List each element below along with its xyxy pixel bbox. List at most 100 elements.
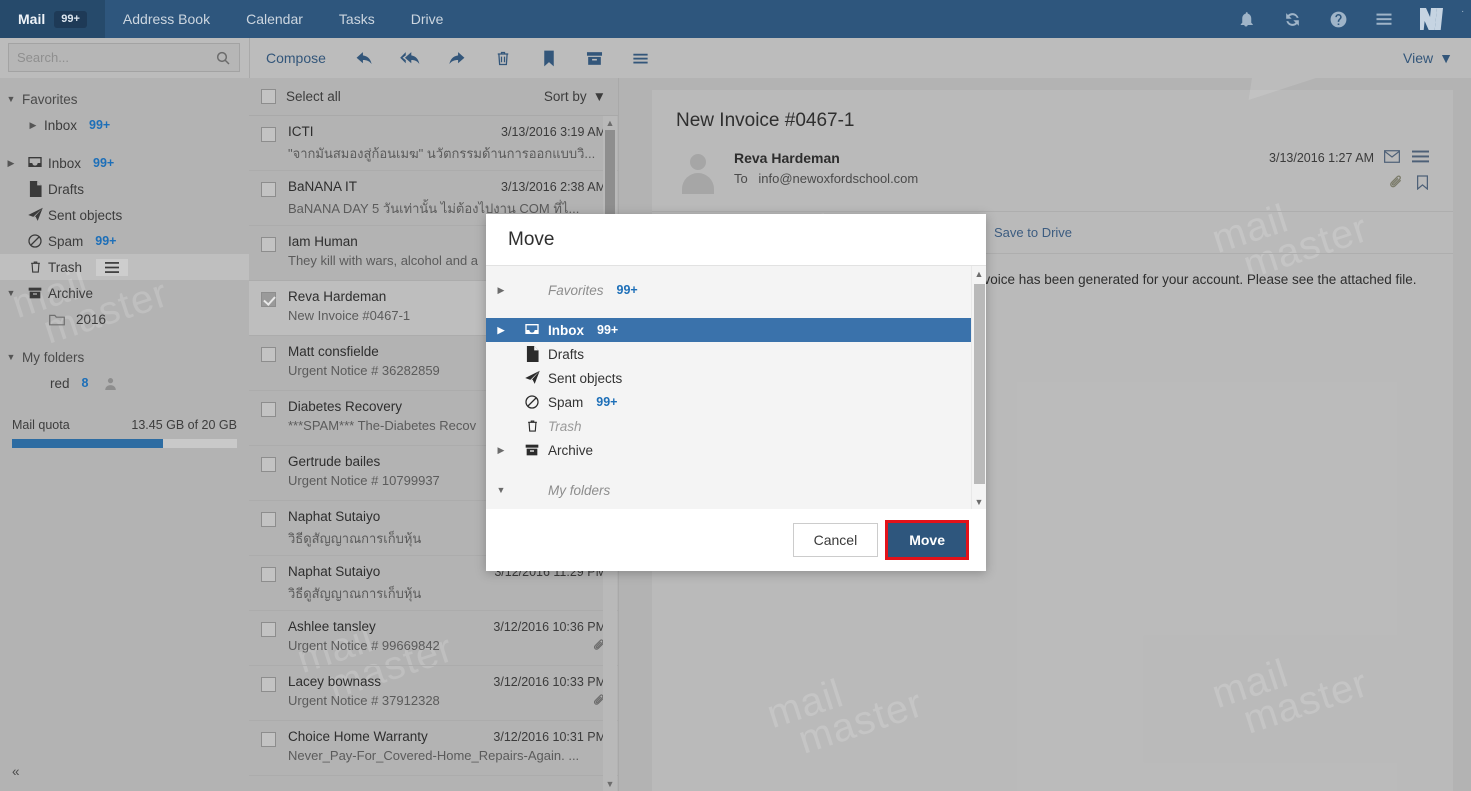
nav-item-tasks[interactable]: Tasks bbox=[321, 0, 393, 38]
chevron-right-icon[interactable]: ▶ bbox=[22, 120, 44, 131]
mail-item-checkbox[interactable] bbox=[261, 622, 276, 637]
sidebar-item-trash[interactable]: Trash bbox=[0, 254, 249, 280]
mail-item-checkbox[interactable] bbox=[261, 677, 276, 692]
select-all-checkbox[interactable] bbox=[261, 89, 276, 104]
scroll-up-arrow-icon[interactable]: ▲ bbox=[603, 116, 617, 130]
search-box[interactable] bbox=[8, 43, 240, 72]
paperclip-icon[interactable] bbox=[1389, 175, 1404, 195]
delete-icon[interactable] bbox=[480, 38, 526, 78]
sidebar-group-my-folders[interactable]: ▼ My folders bbox=[0, 344, 249, 370]
chevron-down-icon[interactable]: ▼ bbox=[0, 288, 22, 298]
reply-icon[interactable] bbox=[342, 38, 388, 78]
chevron-down-icon[interactable]: ▼ bbox=[0, 94, 22, 104]
move-item-label: Spam bbox=[548, 394, 584, 410]
mail-item-checkbox[interactable] bbox=[261, 292, 276, 307]
mail-item-checkbox[interactable] bbox=[261, 237, 276, 252]
mail-list-item[interactable]: Choice Home Warranty 3/12/2016 10:31 PM Ne… bbox=[249, 721, 618, 776]
mail-item-checkbox[interactable] bbox=[261, 182, 276, 197]
sidebar-item-red[interactable]: red 8 bbox=[0, 370, 249, 396]
mail-item-checkbox[interactable] bbox=[261, 127, 276, 142]
nav-item-calendar[interactable]: Calendar bbox=[228, 0, 321, 38]
bell-icon[interactable] bbox=[1223, 0, 1269, 38]
cancel-button[interactable]: Cancel bbox=[792, 523, 879, 557]
mail-item-date: 3/12/2016 10:36 PM bbox=[493, 620, 606, 634]
more-menu-icon[interactable] bbox=[618, 38, 664, 78]
search-icon[interactable] bbox=[215, 50, 231, 66]
chevron-right-icon[interactable]: ▶ bbox=[486, 445, 516, 456]
move-group-favorites[interactable]: ▶ Favorites 99+ bbox=[486, 278, 986, 302]
move-item-trash[interactable]: Trash bbox=[486, 414, 986, 438]
refresh-icon[interactable] bbox=[1269, 0, 1315, 38]
select-all-label[interactable]: Select all bbox=[286, 89, 341, 104]
sidebar-item-drafts[interactable]: Drafts bbox=[0, 176, 249, 202]
archive-icon[interactable] bbox=[572, 38, 618, 78]
help-icon[interactable] bbox=[1315, 0, 1361, 38]
sidebar-item-label: Drafts bbox=[48, 181, 85, 197]
chevron-down-icon[interactable]: ▼ bbox=[486, 485, 516, 495]
move-item-sent-objects[interactable]: Sent objects bbox=[486, 366, 986, 390]
move-item-drafts[interactable]: Drafts bbox=[486, 342, 986, 366]
view-menu-button[interactable]: View ▼ bbox=[1403, 50, 1471, 66]
move-item-label: red bbox=[554, 507, 574, 510]
scroll-down-arrow-icon[interactable]: ▼ bbox=[972, 494, 986, 509]
mail-list-item[interactable]: Lacey bownass 3/12/2016 10:33 PM Urgent No… bbox=[249, 666, 618, 721]
save-to-drive-link[interactable]: Save to Drive bbox=[994, 225, 1072, 240]
bookmark-icon[interactable] bbox=[1416, 175, 1429, 195]
reply-all-icon[interactable] bbox=[388, 38, 434, 78]
message-menu-icon[interactable] bbox=[1412, 150, 1429, 168]
sort-by-button[interactable]: Sort by ▼ bbox=[544, 89, 606, 104]
move-dialog-scrollbar[interactable]: ▲ ▼ bbox=[971, 266, 986, 509]
move-confirm-button[interactable]: Move bbox=[885, 520, 969, 560]
mail-item-checkbox[interactable] bbox=[261, 457, 276, 472]
compose-button[interactable]: Compose bbox=[250, 50, 342, 66]
sidebar-item-inbox[interactable]: ▶ Inbox 99+ bbox=[0, 150, 249, 176]
nav-item-address-book[interactable]: Address Book bbox=[105, 0, 228, 38]
nav-item-label: Address Book bbox=[122, 11, 211, 27]
move-item-red[interactable]: red 8 bbox=[486, 502, 986, 509]
forward-icon[interactable] bbox=[434, 38, 480, 78]
move-item-spam[interactable]: Spam 99+ bbox=[486, 390, 986, 414]
sidebar-item-favorites-inbox[interactable]: ▶ Inbox 99+ bbox=[0, 112, 249, 138]
chevron-right-icon[interactable]: ▶ bbox=[0, 158, 22, 169]
mail-item-checkbox[interactable] bbox=[261, 567, 276, 582]
move-group-my-folders[interactable]: ▼ My folders bbox=[486, 478, 986, 502]
mail-item-subject: Urgent Notice # 99669842 bbox=[288, 638, 440, 653]
chevron-right-icon[interactable]: ▶ bbox=[486, 325, 516, 336]
flag-icon[interactable] bbox=[526, 38, 572, 78]
scroll-down-arrow-icon[interactable]: ▼ bbox=[603, 777, 617, 791]
sidebar-item-spam[interactable]: Spam 99+ bbox=[0, 228, 249, 254]
nav-item-drive[interactable]: Drive bbox=[393, 0, 462, 38]
move-group-label: Favorites bbox=[548, 282, 604, 298]
folder-context-menu-icon[interactable] bbox=[96, 258, 129, 276]
menu-icon[interactable] bbox=[1361, 0, 1407, 38]
nav-item-mail[interactable]: Mail 99+ bbox=[0, 0, 105, 38]
move-dialog-folder-list: ▶ Favorites 99+ ▶ Inbox 99+ Drafts Sent obje… bbox=[486, 266, 986, 509]
mail-item-checkbox[interactable] bbox=[261, 347, 276, 362]
inbox-icon bbox=[22, 155, 48, 171]
mail-list-item[interactable]: ICTI 3/13/2016 3:19 AM "จากมันสมองสู่ก้อนเ… bbox=[249, 116, 618, 171]
sidebar-item-archive[interactable]: ▼ Archive bbox=[0, 280, 249, 306]
mail-list-item[interactable]: Ashlee tansley 3/12/2016 10:36 PM Urgent N… bbox=[249, 611, 618, 666]
mail-item-checkbox[interactable] bbox=[261, 402, 276, 417]
spam-icon bbox=[22, 233, 48, 249]
mail-item-checkbox[interactable] bbox=[261, 732, 276, 747]
sidebar-item-label: Inbox bbox=[48, 155, 82, 171]
search-input[interactable] bbox=[17, 50, 215, 65]
move-item-archive[interactable]: ▶ Archive bbox=[486, 438, 986, 462]
mail-item-subject: Urgent Notice # 37912328 bbox=[288, 693, 440, 708]
sidebar-item-2016[interactable]: 2016 bbox=[0, 306, 249, 332]
mail-list-header: Select all Sort by ▼ bbox=[249, 78, 618, 116]
chevron-right-icon[interactable]: ▶ bbox=[486, 285, 516, 296]
chevron-down-icon[interactable]: ▼ bbox=[0, 352, 22, 362]
envelope-icon[interactable] bbox=[1384, 150, 1400, 168]
sidebar-group-favorites[interactable]: ▼ Favorites bbox=[0, 86, 249, 112]
sidebar-item-label: Inbox bbox=[44, 117, 78, 133]
scroll-up-arrow-icon[interactable]: ▲ bbox=[972, 266, 986, 281]
mail-item-checkbox[interactable] bbox=[261, 512, 276, 527]
scroll-thumb[interactable] bbox=[974, 284, 985, 484]
nav-item-label: Tasks bbox=[338, 11, 375, 27]
move-item-inbox[interactable]: ▶ Inbox 99+ bbox=[486, 318, 986, 342]
collapse-sidebar-button[interactable]: « bbox=[0, 751, 249, 791]
sidebar-item-sent[interactable]: Sent objects bbox=[0, 202, 249, 228]
sender-name: Reva Hardeman bbox=[734, 150, 840, 166]
